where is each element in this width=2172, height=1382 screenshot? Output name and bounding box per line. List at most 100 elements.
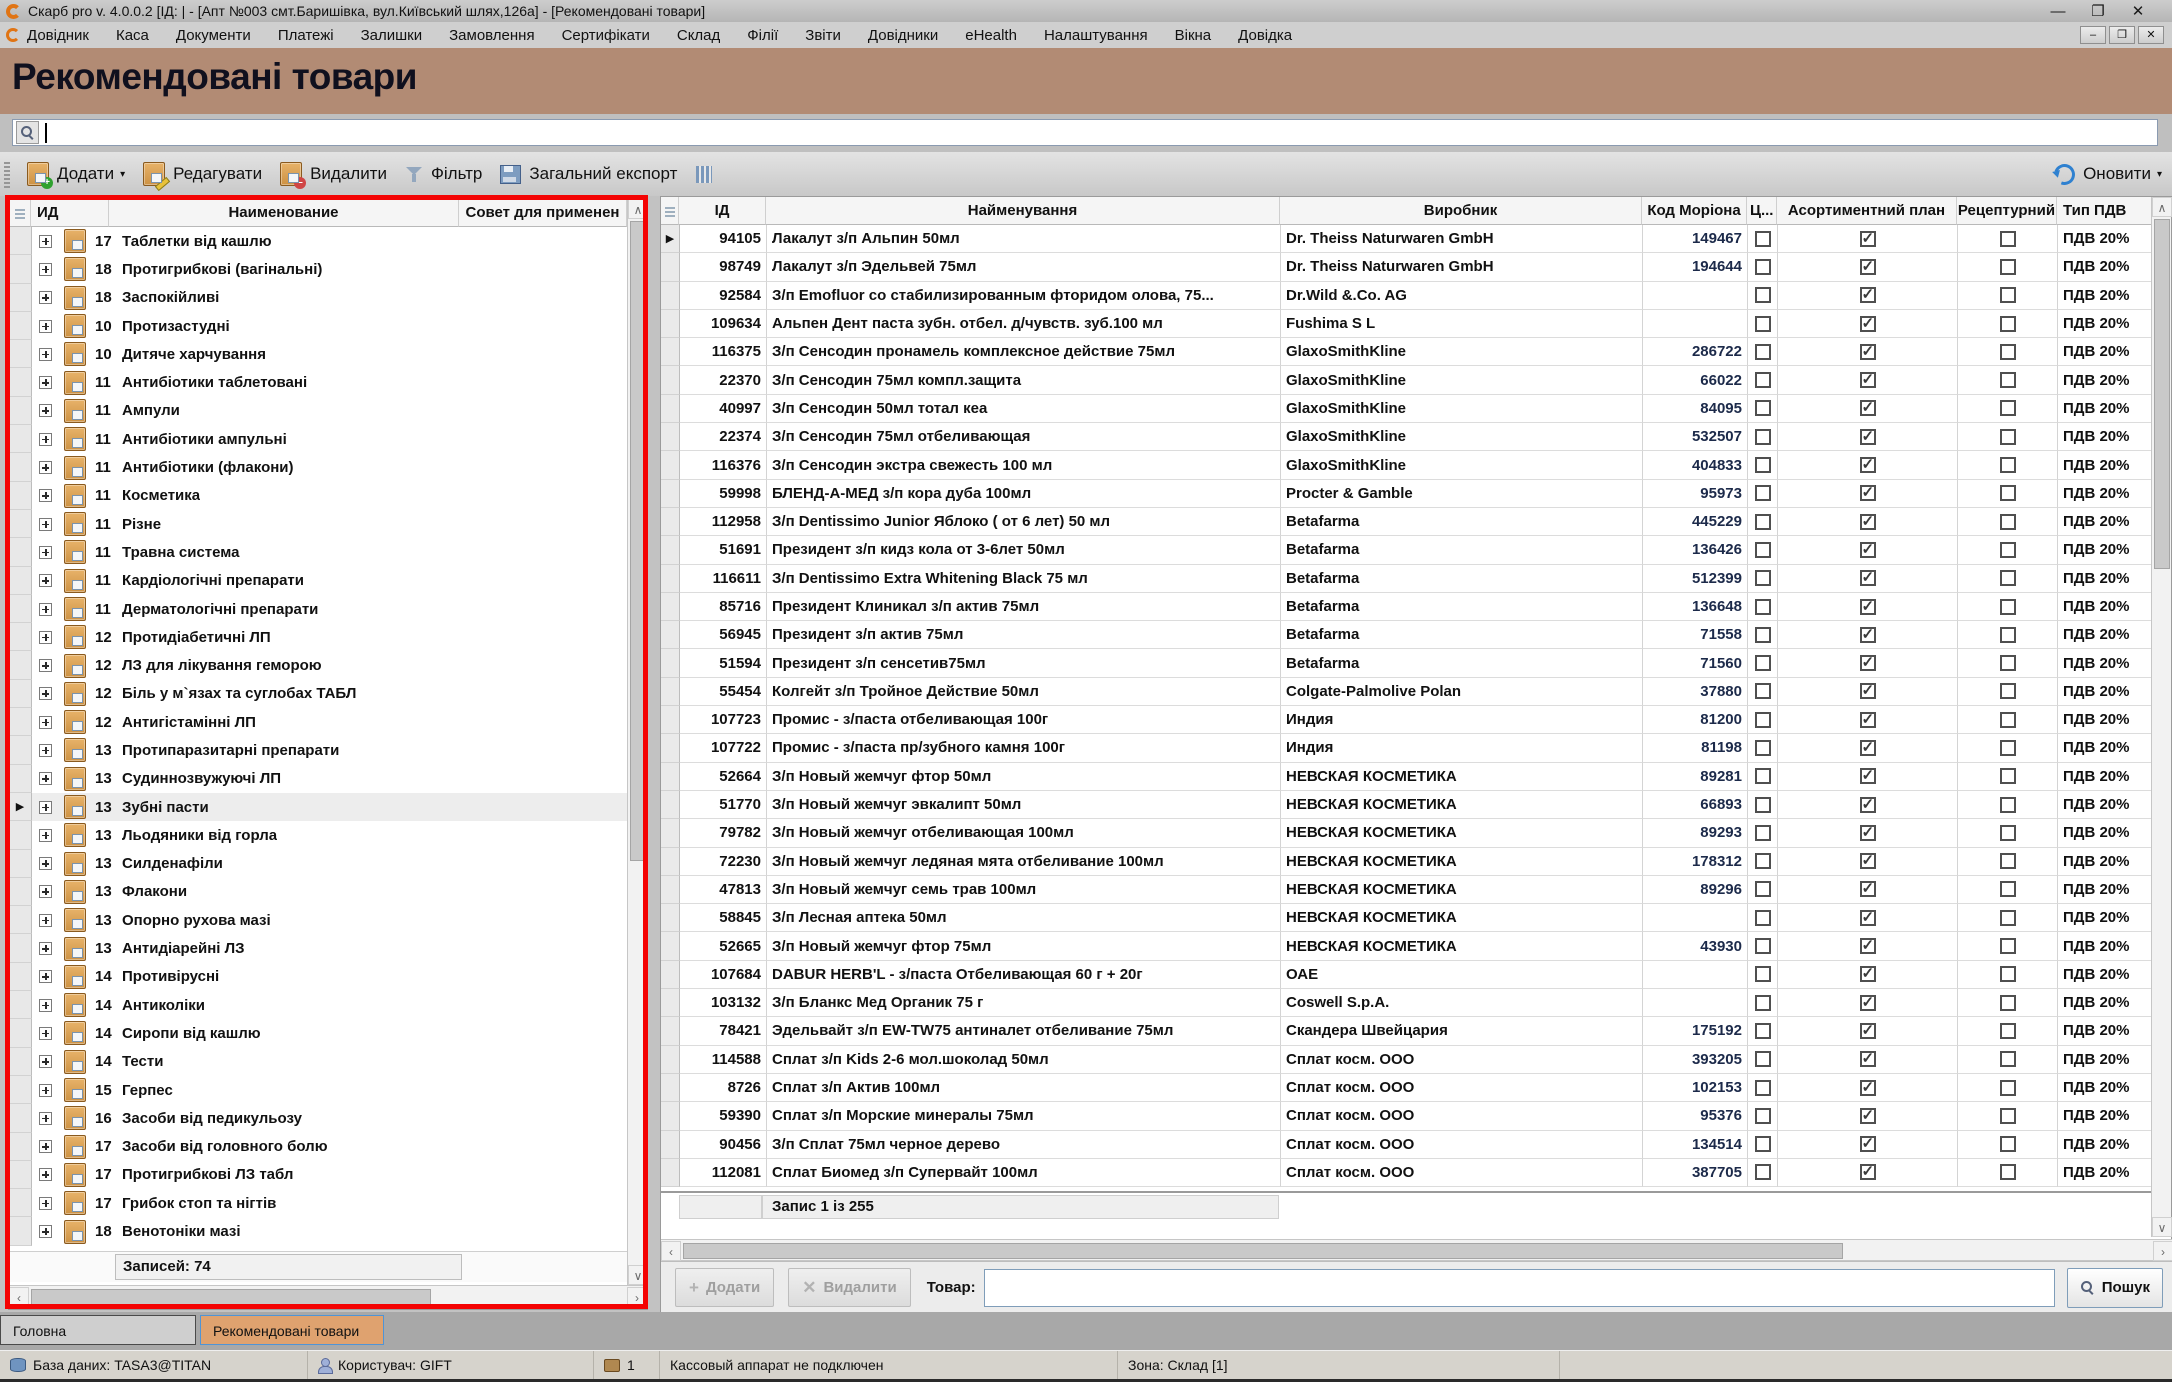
checkbox[interactable]	[1860, 316, 1876, 332]
product-row[interactable]: 22374З/п Сенсодин 75мл отбеливающаяGlaxo…	[661, 423, 2153, 451]
tree-row[interactable]: 10Протизастудні	[9, 312, 627, 340]
product-row[interactable]: 107684DABUR HERB'L - з/паста Отбеливающа…	[661, 961, 2153, 989]
product-row[interactable]: ▶94105Лакалут з/п Альпин 50млDr. Theiss …	[661, 225, 2153, 253]
product-row[interactable]: 52665З/п Новый жемчуг фтор 75млНЕВСКАЯ К…	[661, 932, 2153, 960]
tree-row[interactable]: 13Флакони	[9, 878, 627, 906]
tree-row[interactable]: 14Тести	[9, 1048, 627, 1076]
checkbox[interactable]	[2000, 429, 2016, 445]
expand-icon[interactable]	[39, 1197, 52, 1210]
checkbox[interactable]	[2000, 797, 2016, 813]
checkbox[interactable]	[1860, 853, 1876, 869]
checkbox[interactable]	[1755, 1108, 1771, 1124]
checkbox[interactable]	[2000, 825, 2016, 841]
mdi-minimize-button[interactable]: –	[2080, 26, 2106, 44]
search-button[interactable]: Пошук	[2067, 1268, 2163, 1308]
menu-item-8[interactable]: Філії	[747, 27, 778, 44]
checkbox[interactable]	[1755, 768, 1771, 784]
checkbox[interactable]	[2000, 938, 2016, 954]
tree-row[interactable]: 13Льодяники від горла	[9, 821, 627, 849]
checkbox[interactable]	[1755, 287, 1771, 303]
tree-row[interactable]: 11Ампули	[9, 397, 627, 425]
product-row[interactable]: 58845З/п Лесная аптека 50млНЕВСКАЯ КОСМЕ…	[661, 904, 2153, 932]
quick-search-input[interactable]	[12, 119, 2158, 146]
checkbox[interactable]	[1860, 683, 1876, 699]
checkbox[interactable]	[2000, 910, 2016, 926]
tree-row[interactable]: 14Антиколіки	[9, 991, 627, 1019]
checkbox[interactable]	[2000, 683, 2016, 699]
product-row[interactable]: 78421Эдельвайт з/п EW-TW75 антиналет отб…	[661, 1017, 2153, 1045]
product-row[interactable]: 116375З/п Сенсодин пронамель комплексное…	[661, 338, 2153, 366]
expand-icon[interactable]	[39, 320, 52, 333]
menu-item-9[interactable]: Звіти	[805, 27, 841, 44]
tree-row[interactable]: 11Антибіотики (флакони)	[9, 453, 627, 481]
product-row[interactable]: 52664З/п Новый жемчуг фтор 50млНЕВСКАЯ К…	[661, 763, 2153, 791]
expand-icon[interactable]	[39, 829, 52, 842]
products-horizontal-scrollbar[interactable]: ‹ ›	[661, 1239, 2172, 1261]
checkbox[interactable]	[2000, 966, 2016, 982]
checkbox[interactable]	[2000, 316, 2016, 332]
expand-icon[interactable]	[39, 489, 52, 502]
column-chooser-icon[interactable]	[696, 166, 712, 183]
checkbox[interactable]	[1755, 1080, 1771, 1096]
expand-icon[interactable]	[39, 1027, 52, 1040]
column-header-name[interactable]: Наименование	[109, 199, 459, 227]
tree-row[interactable]: 13Протипаразитарні препарати	[9, 736, 627, 764]
tree-row[interactable]: 14Сиропи від кашлю	[9, 1019, 627, 1047]
expand-icon[interactable]	[39, 631, 52, 644]
checkbox[interactable]	[1755, 740, 1771, 756]
product-row[interactable]: 107722Промис - з/паста пр/зубного камня …	[661, 734, 2153, 762]
checkbox[interactable]	[1755, 485, 1771, 501]
expand-icon[interactable]	[39, 1225, 52, 1238]
checkbox[interactable]	[2000, 853, 2016, 869]
tree-row[interactable]: 13Антидіарейні ЛЗ	[9, 934, 627, 962]
menu-item-11[interactable]: eHealth	[965, 27, 1017, 44]
checkbox[interactable]	[1860, 966, 1876, 982]
checkbox[interactable]	[1860, 1080, 1876, 1096]
tree-row[interactable]: 17Протигрибкові ЛЗ табл	[9, 1161, 627, 1189]
add-product-button[interactable]: + Додати	[675, 1268, 774, 1307]
checkbox[interactable]	[1860, 1051, 1876, 1067]
checkbox[interactable]	[2000, 995, 2016, 1011]
menu-item-5[interactable]: Замовлення	[449, 27, 534, 44]
scrollbar-thumb[interactable]	[2154, 219, 2170, 569]
checkbox[interactable]	[1860, 627, 1876, 643]
scroll-up-arrow[interactable]: ∧	[2152, 197, 2172, 217]
checkbox[interactable]	[1860, 995, 1876, 1011]
menu-item-14[interactable]: Довідка	[1238, 27, 1292, 44]
tree-row[interactable]: 11Антибіотики таблетовані	[9, 368, 627, 396]
tree-row[interactable]: 12Біль у м`язах та суглобах ТАБЛ	[9, 680, 627, 708]
tree-row[interactable]: 11Дерматологічні препарати	[9, 595, 627, 623]
product-search-input[interactable]	[984, 1269, 2055, 1307]
expand-icon[interactable]	[39, 914, 52, 927]
checkbox[interactable]	[1860, 485, 1876, 501]
tree-row[interactable]: 13Силденафіли	[9, 850, 627, 878]
checkbox[interactable]	[1755, 853, 1771, 869]
tree-row[interactable]: 11Різне	[9, 510, 627, 538]
product-row[interactable]: 112081Сплат Биомед з/п Супервайт 100млСп…	[661, 1159, 2153, 1187]
checkbox[interactable]	[1755, 457, 1771, 473]
checkbox[interactable]	[1755, 1023, 1771, 1039]
checkbox[interactable]	[2000, 457, 2016, 473]
column-header-advice[interactable]: Совет для применен	[459, 199, 627, 227]
checkbox[interactable]	[2000, 1023, 2016, 1039]
add-button[interactable]: + Додати ▾	[18, 158, 134, 190]
menu-item-1[interactable]: Каса	[116, 27, 149, 44]
column-header-price[interactable]: Ц...	[1747, 197, 1777, 225]
tree-row[interactable]: 11Кардіологічні препарати	[9, 567, 627, 595]
product-row[interactable]: 22370З/п Сенсодин 75мл компл.защитаGlaxo…	[661, 366, 2153, 394]
scrollbar-thumb[interactable]	[630, 221, 646, 861]
checkbox[interactable]	[1860, 287, 1876, 303]
product-row[interactable]: 59998БЛЕНД-А-МЕД з/п кора дуба 100млProc…	[661, 480, 2153, 508]
tree-row[interactable]: 17Засоби від головного болю	[9, 1133, 627, 1161]
tree-row[interactable]: 11Травна система	[9, 538, 627, 566]
scroll-up-arrow[interactable]: ∧	[628, 199, 648, 219]
tab-recommended-products[interactable]: Рекомендовані товари	[200, 1315, 384, 1345]
expand-icon[interactable]	[39, 603, 52, 616]
checkbox[interactable]	[2000, 740, 2016, 756]
checkbox[interactable]	[2000, 287, 2016, 303]
expand-icon[interactable]	[39, 857, 52, 870]
product-row[interactable]: 59390Сплат з/п Морские минералы 75млСпла…	[661, 1102, 2153, 1130]
checkbox[interactable]	[1755, 429, 1771, 445]
checkbox[interactable]	[2000, 372, 2016, 388]
checkbox[interactable]	[1860, 881, 1876, 897]
